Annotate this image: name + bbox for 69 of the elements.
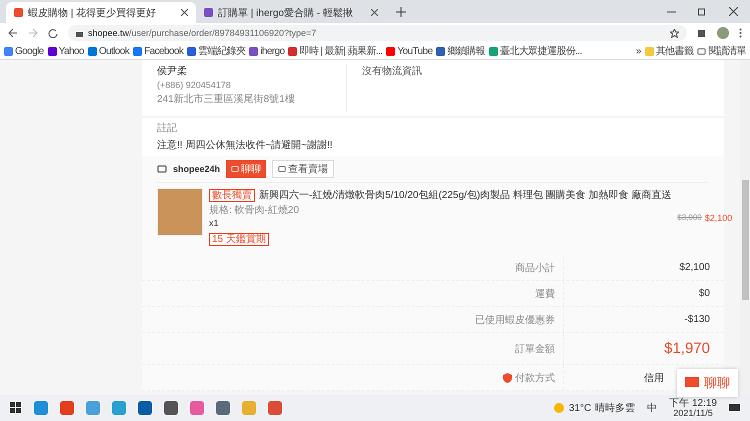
taskbar-app-icon[interactable] <box>60 401 74 415</box>
summary-label: 已使用蝦皮優惠券 <box>475 314 555 326</box>
clock-time[interactable]: 下午 12:19 <box>669 398 717 409</box>
input-method[interactable]: 中 <box>647 401 658 415</box>
bookmark-link[interactable]: Google <box>4 46 44 56</box>
taskbar-app-icon[interactable] <box>190 401 204 415</box>
close-icon[interactable] <box>371 9 378 16</box>
weather-text: 晴時多雲 <box>595 402 636 415</box>
bookmark-link[interactable]: ihergo <box>249 46 284 56</box>
summary-value: $1,970 <box>664 340 710 357</box>
back-icon[interactable] <box>8 28 18 38</box>
summary-value: -$130 <box>684 314 710 325</box>
browser-tab[interactable]: 蝦皮購物 | 花得更少買得更好 <box>6 2 196 23</box>
summary-value: 信用 <box>644 372 664 384</box>
new-tab-icon[interactable] <box>396 7 406 17</box>
bookmark-link[interactable]: 臺北大眾捷運股份... <box>489 44 582 58</box>
bookmark-link[interactable]: 雲端紀錄夾 <box>187 44 246 58</box>
logistics-status: 沒有物流資訊 <box>362 64 422 79</box>
bookmark-folder[interactable]: 其他書籤 <box>644 44 694 58</box>
original-price: $3,000 <box>677 212 702 222</box>
view-shop-button[interactable]: 查看賣場 <box>272 160 334 178</box>
reload-icon[interactable] <box>48 28 58 38</box>
bookmark-link[interactable]: 鄉鎮購報 <box>436 44 486 58</box>
bookmark-link[interactable]: YouTube <box>386 46 432 56</box>
shop-name: shopee24h <box>173 164 220 174</box>
taskbar-app-icon[interactable] <box>268 401 282 415</box>
taskbar-app-icon[interactable] <box>164 401 178 415</box>
address-field[interactable]: shopee.tw/user/purchase/order/89784931106920?type=7 <box>68 25 687 41</box>
product-variation: 規格: 軟骨肉-紅燒20 <box>209 204 300 217</box>
phone-number: (+886) 920454178 <box>157 80 232 90</box>
taskbar-app-icon[interactable] <box>34 401 48 415</box>
bookmark-link[interactable]: 即時 | 最新| 蘋果新... <box>288 44 382 58</box>
restore-icon[interactable] <box>698 7 707 16</box>
scrollbar-thumb[interactable] <box>742 180 748 300</box>
chat-floating-button[interactable]: 聊聊 <box>677 369 738 397</box>
close-icon[interactable] <box>729 7 738 16</box>
product-photo-placeholder <box>157 188 203 236</box>
more-bookmarks-button[interactable]: » <box>636 46 641 56</box>
recipient-name: 侯尹柔 <box>157 64 188 78</box>
bookmark-link[interactable]: Facebook <box>133 46 184 56</box>
product-price: $2,100 <box>704 212 732 222</box>
summary-value: $2,100 <box>679 262 710 273</box>
windows-start-icon[interactable] <box>10 402 22 414</box>
summary-label: 商品小計 <box>515 262 555 274</box>
summary-label: 付款方式 <box>515 372 555 384</box>
temperature: 31°C <box>568 402 592 414</box>
street-address: 241新北市三重區溪尾街8號1樓 <box>157 92 296 106</box>
star-icon[interactable] <box>670 28 679 38</box>
return-period-tag: 15 天鑑賞期 <box>209 233 269 246</box>
clock-date[interactable]: 2021/11/5 <box>673 408 713 418</box>
taskbar-app-icon[interactable] <box>138 401 152 415</box>
summary-value: $0 <box>698 288 710 299</box>
product-title[interactable]: 數長獨賣 新興四六一-紅燒/清燉軟骨肉5/10/20包組(225g/包)肉製品 料理包 團購美食 加熱即食 廠商直送 <box>209 188 672 202</box>
chat-button[interactable]: 聊聊 <box>226 160 266 178</box>
avatar-icon[interactable] <box>717 27 729 39</box>
product-quantity: x1 <box>209 218 220 228</box>
menu-icon[interactable] <box>739 28 742 38</box>
note-text: 注意!! 周四公休無法收件~請避開~謝謝!! <box>157 138 334 152</box>
folder-icon <box>644 46 654 56</box>
bookmark-link[interactable]: Yahoo <box>48 46 84 56</box>
close-icon[interactable] <box>181 9 188 16</box>
taskbar-app-icon[interactable] <box>216 401 230 415</box>
shield-icon <box>503 372 512 382</box>
note-label: 註記 <box>157 122 178 135</box>
summary-label: 運費 <box>535 288 555 300</box>
summary-label: 訂單金額 <box>515 342 555 356</box>
browser-tab[interactable]: 訂購單 | ihergo愛合購 - 輕鬆揪 <box>196 2 386 23</box>
reading-list-button[interactable]: 閱讀清單 <box>697 44 746 58</box>
bookmark-link[interactable]: Outlook <box>88 46 130 56</box>
